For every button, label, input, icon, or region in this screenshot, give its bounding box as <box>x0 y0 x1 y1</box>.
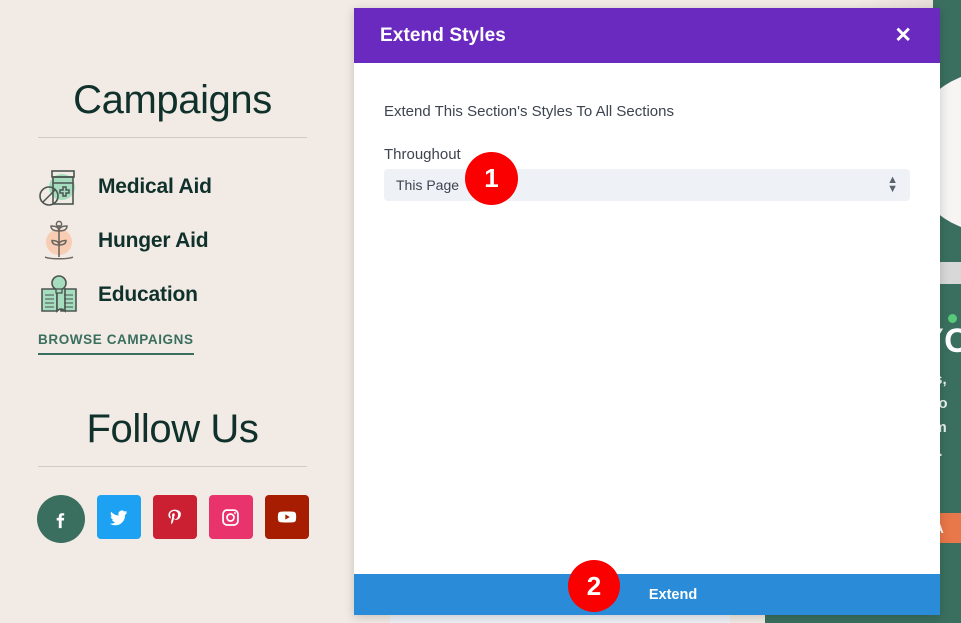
throughout-select[interactable]: This Page <box>384 169 910 201</box>
campaigns-title: Campaigns <box>73 78 272 122</box>
modal-body: Extend This Section's Styles To All Sect… <box>354 63 940 574</box>
follow-us-title: Follow Us <box>86 407 259 451</box>
instagram-icon[interactable] <box>208 495 253 539</box>
campaign-label: Hunger Aid <box>98 229 209 252</box>
browse-campaigns-link[interactable]: BROWSE CAMPAIGNS <box>38 332 194 355</box>
facebook-icon[interactable] <box>36 495 85 543</box>
extend-styles-modal: Extend Styles ✕ Extend This Section's St… <box>354 8 940 615</box>
social-links-row <box>0 495 345 543</box>
twitter-icon[interactable] <box>96 495 141 539</box>
campaign-label: Education <box>98 283 198 306</box>
youtube-icon[interactable] <box>264 495 309 539</box>
throughout-select-wrapper: This Page ▲ ▼ <box>384 169 910 201</box>
close-icon[interactable]: ✕ <box>890 23 916 48</box>
sprout-icon <box>38 219 80 263</box>
open-book-lightbulb-icon <box>38 273 80 317</box>
campaign-item-hunger-aid[interactable]: Hunger Aid <box>0 214 345 268</box>
step-badge-2: 2 <box>568 560 620 612</box>
pill-bottle-icon <box>38 165 80 209</box>
step-badge-1: 1 <box>465 152 518 205</box>
throughout-field-label: Throughout <box>384 146 461 163</box>
campaigns-divider <box>38 137 307 138</box>
campaign-item-medical-aid[interactable]: Medical Aid <box>0 160 345 214</box>
campaign-list: Medical Aid Hunger Aid Education <box>0 160 345 322</box>
modal-title: Extend Styles <box>380 24 506 46</box>
campaign-label: Medical Aid <box>98 175 212 198</box>
extend-button[interactable]: Extend <box>354 574 940 615</box>
follow-us-divider <box>38 466 307 467</box>
follow-us-section: Follow Us <box>0 407 345 543</box>
sidebar: Campaigns Medical Aid Hunger Aid Educati… <box>0 0 345 623</box>
campaign-item-education[interactable]: Education <box>0 268 345 322</box>
modal-description: Extend This Section's Styles To All Sect… <box>384 103 674 120</box>
pinterest-icon[interactable] <box>152 495 197 539</box>
modal-header: Extend Styles ✕ <box>354 8 940 63</box>
